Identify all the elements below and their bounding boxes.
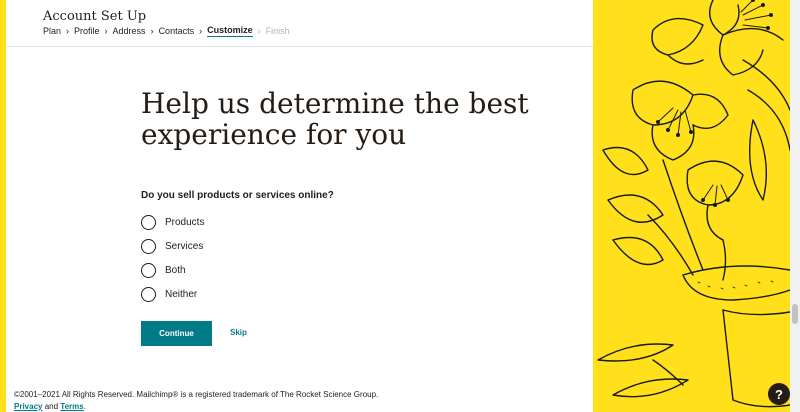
option-neither[interactable]: Neither xyxy=(141,282,204,306)
option-products[interactable]: Products xyxy=(141,210,204,234)
footer: ©2001–2021 All Rights Reserved. Mailchim… xyxy=(14,389,378,412)
chevron-right-icon: › xyxy=(199,26,203,36)
breadcrumb-plan[interactable]: Plan xyxy=(43,26,61,36)
scrollbar-track[interactable] xyxy=(790,0,800,412)
main-heading: Help us determine the best experience fo… xyxy=(141,87,529,151)
chevron-right-icon: › xyxy=(150,26,154,36)
radio-button[interactable] xyxy=(141,286,156,302)
question-label: Do you sell products or services online? xyxy=(141,190,334,201)
terms-link[interactable]: Terms xyxy=(60,402,83,411)
breadcrumb-profile[interactable]: Profile xyxy=(74,26,100,36)
radio-button[interactable] xyxy=(141,238,156,254)
left-accent-bar xyxy=(0,0,6,412)
option-label: Neither xyxy=(165,288,198,300)
chevron-right-icon: › xyxy=(66,26,70,36)
footer-links: Privacy and Terms. xyxy=(14,401,378,412)
chevron-right-icon: › xyxy=(257,26,261,36)
flower-plant-illustration xyxy=(593,0,790,412)
footer-and-text: and xyxy=(44,402,59,411)
skip-link[interactable]: Skip xyxy=(230,328,247,337)
option-label: Products xyxy=(165,216,205,228)
option-label: Both xyxy=(165,264,186,276)
breadcrumb-customize[interactable]: Customize xyxy=(207,25,253,37)
chevron-right-icon: › xyxy=(104,26,108,36)
option-label: Services xyxy=(165,240,204,252)
continue-button[interactable]: Continue xyxy=(141,321,212,346)
footer-period: . xyxy=(83,402,86,411)
breadcrumb-finish: Finish xyxy=(265,26,290,36)
radio-button[interactable] xyxy=(141,262,156,278)
breadcrumb-contacts[interactable]: Contacts xyxy=(159,26,195,36)
copyright-text: ©2001–2021 All Rights Reserved. Mailchim… xyxy=(14,390,379,399)
option-services[interactable]: Services xyxy=(141,234,204,258)
privacy-link[interactable]: Privacy xyxy=(14,402,42,411)
breadcrumb: Plan › Profile › Address › Contacts › Cu… xyxy=(43,25,290,37)
radio-group: Products Services Both Neither xyxy=(141,210,204,306)
question-mark-icon[interactable]: ? xyxy=(768,383,790,405)
option-both[interactable]: Both xyxy=(141,258,204,282)
scrollbar-thumb[interactable] xyxy=(792,304,798,324)
radio-button[interactable] xyxy=(141,214,156,230)
page-title: Account Set Up xyxy=(43,9,147,24)
breadcrumb-address[interactable]: Address xyxy=(113,26,146,36)
header: Account Set Up Plan › Profile › Address … xyxy=(6,0,593,47)
